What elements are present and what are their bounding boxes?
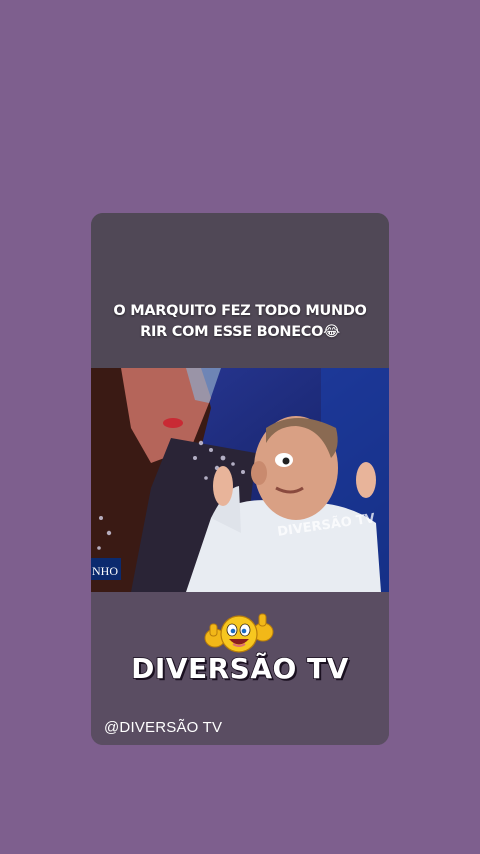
video-still: [91, 368, 389, 592]
brand-title: DIVERSÃO TV: [130, 651, 349, 686]
caption-area: O MARQUITO FEZ TODO MUNDO RIR COM ESSE B…: [91, 213, 389, 368]
branding-area: DIVERSÃO TV @DIVERSÃO TV: [91, 592, 389, 745]
caption-line-2: RIR COM ESSE BONECO😂: [140, 324, 340, 340]
video-corner-text: NHO: [92, 564, 118, 578]
story-caption: O MARQUITO FEZ TODO MUNDO RIR COM ESSE B…: [91, 301, 389, 343]
thumbs-up-smiley-icon: [204, 613, 274, 653]
video-frame[interactable]: DIVERSÃO TV NHO: [91, 368, 389, 592]
story-card: O MARQUITO FEZ TODO MUNDO RIR COM ESSE B…: [91, 213, 389, 745]
account-handle[interactable]: @DIVERSÃO TV: [104, 719, 222, 736]
caption-line-1: O MARQUITO FEZ TODO MUNDO: [113, 303, 367, 319]
